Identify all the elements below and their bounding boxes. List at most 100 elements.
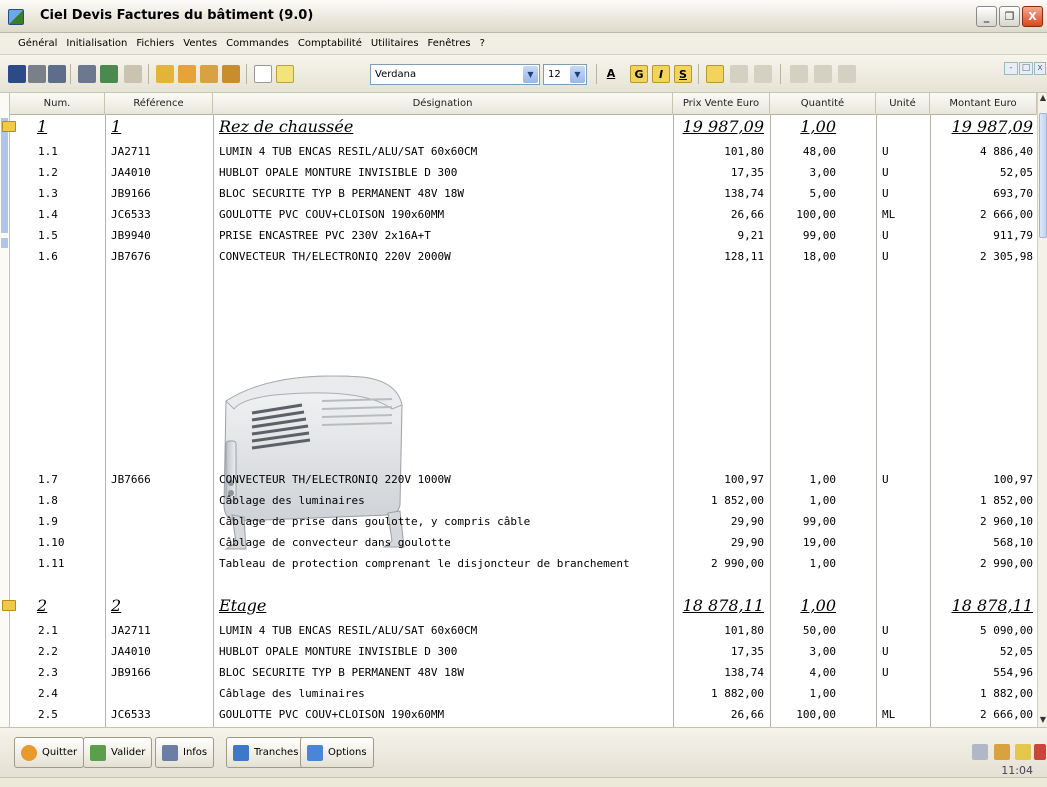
vertical-scrollbar[interactable]: ▲ ▼ — [1037, 93, 1047, 727]
row-num: 2.2 — [38, 645, 58, 658]
table-row[interactable]: 1.1 JA2711 LUMIN 4 TUB ENCAS RESIL/ALU/S… — [10, 141, 1037, 162]
menu-comptabilite[interactable]: Comptabilité — [298, 38, 362, 49]
section-row[interactable]: 1 1 Rez de chaussée 19 987,09 1,00 19 98… — [10, 116, 1037, 137]
insert-text-icon[interactable] — [200, 65, 218, 83]
infos-button[interactable]: Infos — [155, 737, 215, 768]
cut-icon[interactable] — [78, 65, 96, 83]
table-row[interactable]: 1.5 JB9940 PRISE ENCASTREE PVC 230V 2x16… — [10, 225, 1037, 246]
table-row[interactable]: 1.8 Câblage des luminaires 1 852,00 1,00… — [10, 490, 1037, 511]
scroll-up-icon[interactable]: ▲ — [1038, 93, 1047, 103]
column-header-quantite[interactable]: Quantité — [770, 93, 876, 115]
underline-button[interactable]: S — [674, 65, 692, 83]
chevron-down-icon[interactable]: ▼ — [523, 66, 538, 83]
section-designation: Etage — [219, 596, 267, 615]
font-select[interactable]: Verdana ▼ — [370, 64, 540, 85]
tranches-button[interactable]: Tranches — [226, 737, 306, 768]
print-icon[interactable] — [28, 65, 46, 83]
quitter-button[interactable]: Quitter — [14, 737, 85, 768]
font-color-button[interactable]: A — [602, 65, 620, 83]
outdent-icon[interactable] — [814, 65, 832, 83]
print-preview-icon[interactable] — [972, 744, 988, 760]
table-row[interactable]: 1.10 Câblage de convecteur dans goulotte… — [10, 532, 1037, 553]
indent-icon[interactable] — [838, 65, 856, 83]
menu-help[interactable]: ? — [480, 38, 485, 49]
column-header-prix[interactable]: Prix Vente Euro — [673, 93, 770, 115]
document-grid: Num. Référence Désignation Prix Vente Eu… — [0, 93, 1047, 727]
copy-icon[interactable] — [100, 65, 118, 83]
column-header-montant[interactable]: Montant Euro — [930, 93, 1037, 115]
list-icon[interactable] — [1015, 744, 1031, 760]
chevron-down-icon[interactable]: ▼ — [570, 66, 585, 83]
font-size-select[interactable]: 12 ▼ — [543, 64, 587, 85]
minimize-button[interactable]: _ — [976, 6, 997, 27]
menu-icon[interactable] — [1034, 744, 1046, 760]
save-icon[interactable] — [8, 65, 26, 83]
row-num: 1.1 — [38, 145, 58, 158]
table-row[interactable]: 2.5 JC6533 GOULOTTE PVC COUV+CLOISON 190… — [10, 704, 1037, 725]
table-row[interactable]: 2.4 Câblage des luminaires 1 882,00 1,00… — [10, 683, 1037, 704]
mdi-close-button[interactable]: x — [1034, 62, 1046, 75]
align-left-icon[interactable] — [706, 65, 724, 83]
row-designation: CONVECTEUR TH/ELECTRONIQ 220V 1000W — [219, 473, 451, 486]
column-header-reference[interactable]: Référence — [105, 93, 213, 115]
menu-fenetres[interactable]: Fenêtres — [428, 38, 471, 49]
scroll-thumb[interactable] — [1039, 113, 1047, 238]
table-row[interactable]: 1.11 Tableau de protection comprenant le… — [10, 553, 1037, 574]
menu-ventes[interactable]: Ventes — [183, 38, 217, 49]
mdi-minimize-button[interactable]: - — [1004, 62, 1018, 75]
preview-icon[interactable] — [48, 65, 66, 83]
bold-button[interactable]: G — [630, 65, 648, 83]
table-row[interactable]: 2.3 JB9166 BLOC SECURITE TYP B PERMANENT… — [10, 662, 1037, 683]
section-montant: 19 987,09 — [951, 117, 1033, 136]
row-prix: 138,74 — [724, 666, 764, 679]
tranches-icon — [233, 744, 249, 761]
section-row[interactable]: 2 2 Etage 18 878,11 1,00 18 878,11 — [10, 595, 1037, 616]
row-prix: 29,90 — [730, 515, 764, 528]
column-header-num[interactable]: Num. — [10, 93, 105, 115]
valider-button[interactable]: Valider — [83, 737, 153, 768]
menu-general[interactable]: Général — [18, 38, 57, 49]
align-center-icon[interactable] — [730, 65, 748, 83]
table-row[interactable]: 1.9 Câblage de prise dans goulotte, y co… — [10, 511, 1037, 532]
row-designation: HUBLOT OPALE MONTURE INVISIBLE D 300 — [219, 645, 458, 658]
mdi-restore-button[interactable]: □ — [1019, 62, 1033, 75]
row-unite — [882, 490, 922, 511]
table-row[interactable]: 1.2 JA4010 HUBLOT OPALE MONTURE INVISIBL… — [10, 162, 1037, 183]
subtotal-icon[interactable] — [222, 65, 240, 83]
table-row[interactable]: 1.3 JB9166 BLOC SECURITE TYP B PERMANENT… — [10, 183, 1037, 204]
row-designation: Câblage des luminaires — [219, 687, 365, 700]
restore-button[interactable]: ❐ — [999, 6, 1020, 27]
page-break-icon[interactable] — [254, 65, 272, 83]
menu-commandes[interactable]: Commandes — [226, 38, 289, 49]
table-row[interactable]: 2.1 JA2711 LUMIN 4 TUB ENCAS RESIL/ALU/S… — [10, 620, 1037, 641]
insert-row-icon[interactable] — [156, 65, 174, 83]
table-row[interactable]: 1.6 JB7676 CONVECTEUR TH/ELECTRONIQ 220V… — [10, 246, 1037, 267]
menu-fichiers[interactable]: Fichiers — [136, 38, 174, 49]
row-quantite: 4,00 — [809, 666, 837, 679]
align-right-icon[interactable] — [754, 65, 772, 83]
table-row[interactable]: 2.2 JA4010 HUBLOT OPALE MONTURE INVISIBL… — [10, 641, 1037, 662]
paste-icon[interactable] — [124, 65, 142, 83]
column-header-designation[interactable]: Désignation — [213, 93, 673, 115]
menu-utilitaires[interactable]: Utilitaires — [371, 38, 419, 49]
options-button[interactable]: Options — [300, 737, 374, 768]
bullet-list-icon[interactable] — [790, 65, 808, 83]
ciel-logo-icon — [8, 9, 24, 25]
insert-section-icon[interactable] — [178, 65, 196, 83]
options-icon — [307, 744, 323, 761]
table-row[interactable]: 1.7 JB7666 CONVECTEUR TH/ELECTRONIQ 220V… — [10, 469, 1037, 490]
italic-button[interactable]: I — [652, 65, 670, 83]
insert-item-icon[interactable] — [994, 744, 1010, 760]
column-header-unite[interactable]: Unité — [876, 93, 930, 115]
row-quantite: 50,00 — [802, 624, 836, 637]
menu-bar: Général Initialisation Fichiers Ventes C… — [0, 33, 1047, 55]
format-icon[interactable] — [276, 65, 294, 83]
row-unite: U — [882, 473, 889, 486]
row-reference: JA4010 — [111, 645, 151, 658]
row-designation: Tableau de protection comprenant le disj… — [219, 557, 630, 570]
row-reference — [111, 490, 211, 511]
close-button[interactable]: X — [1022, 6, 1043, 27]
table-row[interactable]: 1.4 JC6533 GOULOTTE PVC COUV+CLOISON 190… — [10, 204, 1037, 225]
scroll-down-icon[interactable]: ▼ — [1038, 715, 1047, 725]
menu-initialisation[interactable]: Initialisation — [66, 38, 127, 49]
